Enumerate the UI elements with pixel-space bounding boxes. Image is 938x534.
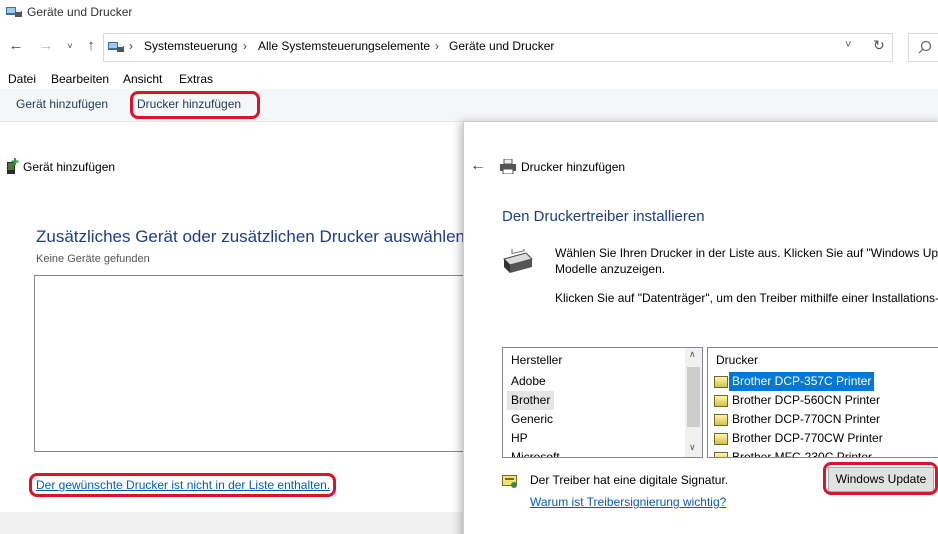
printer-list-header: Drucker: [716, 353, 759, 367]
printer-dcp-770cw[interactable]: Brother DCP-770CW Printer: [732, 429, 883, 448]
manufacturer-list-header: Hersteller: [511, 353, 563, 367]
scroll-down-icon[interactable]: ∨: [689, 442, 696, 453]
breadcrumb-geraete-drucker[interactable]: Geräte und Drucker: [449, 39, 554, 53]
menu-extras[interactable]: Extras: [179, 72, 213, 86]
window-title: Geräte und Drucker: [27, 5, 133, 19]
manufacturer-list[interactable]: Hersteller Adobe Brother Generic HP Micr…: [502, 347, 703, 458]
forward-arrow-icon[interactable]: →: [37, 37, 55, 55]
breadcrumb-systemsteuerung[interactable]: Systemsteuerung: [144, 39, 237, 53]
device-selection-heading: Zusätzliches Gerät oder zusätzlichen Dru…: [36, 227, 465, 246]
up-arrow-icon[interactable]: ↑: [82, 37, 100, 55]
printer-driver-icon: [714, 433, 728, 445]
scroll-up-icon[interactable]: ∧: [689, 349, 696, 360]
search-icon: [918, 40, 932, 54]
printer-list[interactable]: Drucker Brother DCP-357C Printer Brother…: [707, 347, 938, 458]
dialog-instruction-3: Klicken Sie auf "Datenträger", um den Tr…: [555, 291, 938, 305]
dialog-back-arrow-icon[interactable]: ←: [470, 157, 486, 175]
title-bar: Geräte und Drucker: [0, 0, 938, 28]
devices-printers-icon: [108, 42, 124, 52]
add-device-button[interactable]: Gerät hinzufügen: [16, 97, 108, 111]
manufacturer-scrollbar[interactable]: ∧ ∨: [685, 348, 702, 457]
devices-printers-icon: [6, 7, 22, 17]
signature-status: Der Treiber hat eine digitale Signatur.: [530, 473, 729, 487]
printer-dcp-357c[interactable]: Brother DCP-357C Printer: [729, 372, 875, 391]
dialog-instruction-1: Wählen Sie Ihren Drucker in der Liste au…: [555, 246, 938, 260]
breadcrumb-alle-elemente[interactable]: Alle Systemsteuerungselemente: [258, 39, 430, 53]
printer-dcp-560cn[interactable]: Brother DCP-560CN Printer: [732, 391, 880, 410]
breadcrumb-separator-icon: ›: [243, 39, 247, 53]
breadcrumb-separator-icon: ›: [129, 39, 133, 53]
breadcrumb-separator-icon: ›: [435, 39, 439, 53]
printer-driver-icon: [714, 376, 728, 388]
address-dropdown-chevron-icon[interactable]: ˅: [845, 39, 851, 51]
printer-driver-icon: [714, 395, 728, 407]
printer-dcp-770cn[interactable]: Brother DCP-770CN Printer: [732, 410, 880, 429]
signed-driver-icon: [502, 475, 517, 488]
scrollbar-thumb[interactable]: [687, 367, 700, 427]
highlight-marker: [823, 462, 938, 495]
no-devices-status: Keine Geräte gefunden: [36, 253, 150, 265]
printer-mfc-230c[interactable]: Brother MFC-230C Printer: [732, 448, 872, 457]
printer-large-icon: [503, 249, 533, 273]
menu-datei[interactable]: Datei: [8, 72, 36, 86]
dialog-instruction-2: Modelle anzuzeigen.: [555, 262, 666, 276]
highlight-marker: [29, 473, 336, 497]
manufacturer-adobe[interactable]: Adobe: [511, 372, 546, 391]
install-driver-heading: Den Druckertreiber installieren: [502, 208, 705, 225]
manufacturer-generic[interactable]: Generic: [511, 410, 553, 429]
add-device-header: Gerät hinzufügen: [23, 160, 116, 174]
manufacturer-microsoft[interactable]: Microsoft: [511, 448, 560, 457]
highlight-marker: [130, 91, 260, 119]
printer-icon: [500, 159, 516, 174]
printer-driver-icon: [714, 452, 728, 457]
recent-locations-chevron-icon[interactable]: ˅: [61, 37, 79, 55]
device-list[interactable]: [34, 275, 474, 452]
printer-driver-icon: [714, 414, 728, 426]
manufacturer-hp[interactable]: HP: [511, 429, 528, 448]
manufacturer-brother[interactable]: Brother: [507, 391, 555, 410]
driver-signing-link[interactable]: Warum ist Treibersignierung wichtig?: [530, 495, 726, 509]
dialog-title: Drucker hinzufügen: [521, 160, 626, 174]
menu-bearbeiten[interactable]: Bearbeiten: [51, 72, 109, 86]
add-device-icon: [7, 158, 19, 174]
back-arrow-icon[interactable]: ←: [7, 37, 25, 55]
menu-ansicht[interactable]: Ansicht: [123, 72, 162, 86]
refresh-icon[interactable]: ↻: [873, 37, 885, 54]
